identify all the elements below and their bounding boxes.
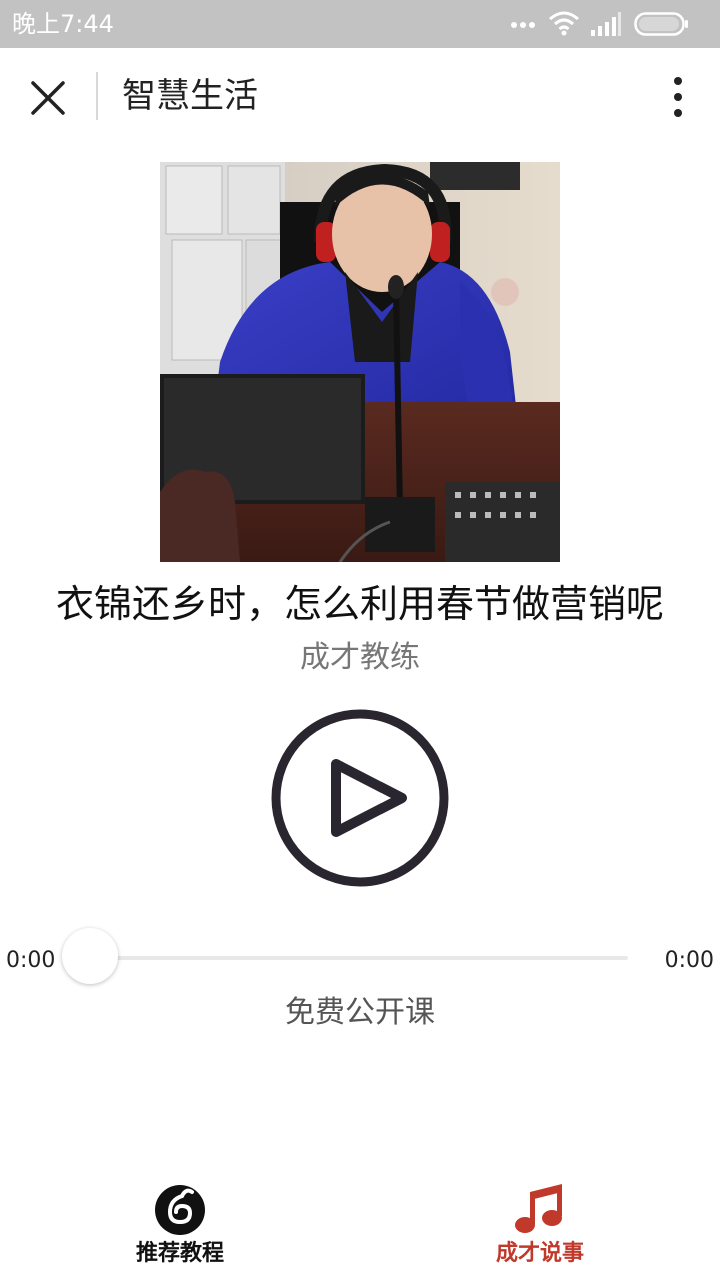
netease-music-icon — [155, 1185, 205, 1235]
nav-item-talk[interactable]: 成才说事 — [440, 1170, 640, 1280]
more-options-button[interactable] — [666, 74, 690, 120]
nav-label-recommended: 推荐教程 — [135, 1241, 224, 1266]
course-tag: 免费公开课 — [285, 995, 435, 1030]
progress-bar[interactable] — [92, 956, 628, 960]
progress-thumb[interactable] — [62, 928, 118, 984]
track-title: 衣锦还乡时，怎么利用春节做营销呢 — [55, 582, 664, 626]
close-button[interactable] — [28, 78, 68, 118]
status-icons — [510, 10, 710, 38]
wifi-icon — [549, 11, 579, 36]
play-button[interactable] — [268, 706, 452, 890]
title-bar: 智慧生活 — [0, 48, 720, 144]
music-note-icon — [515, 1184, 562, 1233]
status-time: 晚上7:44 — [12, 10, 114, 38]
title-divider — [96, 72, 98, 120]
play-icon — [331, 759, 407, 837]
nav-label-talk: 成才说事 — [495, 1241, 584, 1266]
cover-image — [160, 162, 560, 562]
current-time: 0:00 — [6, 948, 56, 973]
total-time: 0:00 — [664, 948, 714, 973]
signal-icon — [591, 12, 621, 36]
track-author: 成才教练 — [300, 640, 420, 675]
status-bar: 晚上7:44 — [0, 0, 720, 48]
bottom-nav: 推荐教程 成才说事 — [0, 1170, 720, 1280]
nav-item-recommended[interactable]: 推荐教程 — [80, 1170, 280, 1280]
battery-icon — [634, 12, 688, 36]
page-title: 智慧生活 — [122, 76, 258, 116]
more-dots-icon — [511, 22, 535, 28]
